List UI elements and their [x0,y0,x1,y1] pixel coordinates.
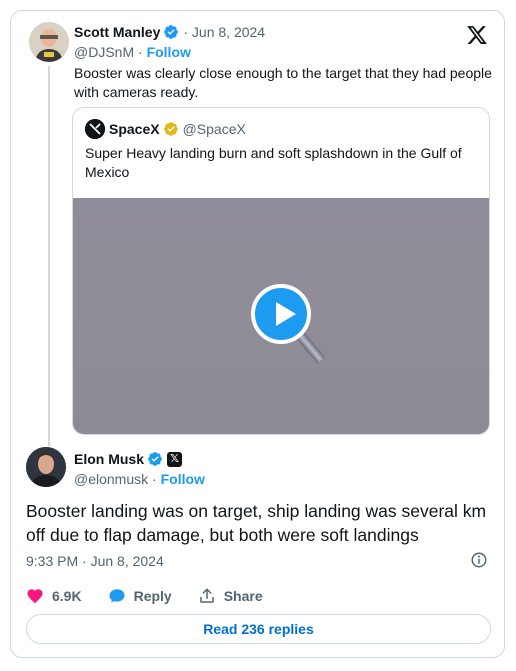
quoted-handle: @SpaceX [182,121,246,137]
handle-separator: · [152,471,157,487]
parent-tweet-text: Booster was clearly close enough to the … [74,65,492,100]
like-count: 6.9K [52,588,82,604]
play-button[interactable] [251,284,311,344]
reply-label: Reply [133,588,172,604]
thread-line [48,66,50,446]
parent-handle[interactable]: @DJSnM [74,44,134,60]
x-affiliation-badge-icon: 𝕏 [167,451,183,467]
main-author-name[interactable]: Elon Musk [74,451,144,467]
read-replies-button[interactable]: Read 236 replies [26,614,491,644]
share-label: Share [223,588,263,604]
handle-separator: · [138,44,143,60]
share-button[interactable]: Share [198,587,263,605]
speech-bubble-icon [109,589,125,603]
parent-author-name[interactable]: Scott Manley [74,24,160,40]
verified-badge-icon [148,452,162,466]
elon-musk-avatar[interactable] [26,447,66,487]
parent-follow-link[interactable]: Follow [147,44,191,60]
quoted-author-row: SpaceX @SpaceX [85,119,246,139]
parent-date-text: Jun 8, 2024 [191,24,266,40]
action-bar: 6.9K Reply Share [26,587,289,605]
scott-manley-avatar[interactable] [29,22,69,62]
video-thumbnail[interactable] [73,198,489,434]
like-button[interactable]: 6.9K [26,587,82,605]
info-icon[interactable] [470,551,488,569]
x-logo-icon[interactable] [466,24,488,46]
main-author-row: Elon Musk 𝕏 [74,451,183,467]
parent-date[interactable]: · Jun 8, 2024 [183,24,265,40]
main-handle[interactable]: @elonmusk [74,471,148,487]
tweet-timestamp[interactable]: 9:33 PM · Jun 8, 2024 [26,553,164,569]
main-tweet-text: Booster landing was on target, ship land… [26,501,487,545]
spacex-avatar [85,119,105,139]
quoted-tweet-text: Super Heavy landing burn and soft splash… [85,145,462,180]
parent-handle-row: @DJSnM · Follow [74,44,191,60]
quoted-tweet[interactable]: SpaceX @SpaceX Super Heavy landing burn … [72,107,490,435]
main-follow-link[interactable]: Follow [161,471,205,487]
parent-author-row: Scott Manley · Jun 8, 2024 [74,24,265,40]
gold-verified-badge-icon [163,122,178,136]
main-handle-row: @elonmusk · Follow [74,471,205,487]
quoted-author-name: SpaceX [109,121,160,137]
share-icon [199,588,214,603]
reply-button[interactable]: Reply [108,587,172,605]
verified-badge-icon [164,25,179,39]
heart-icon [27,589,43,604]
tweet-embed-card: Scott Manley · Jun 8, 2024 @DJSnM · Foll… [10,10,505,658]
